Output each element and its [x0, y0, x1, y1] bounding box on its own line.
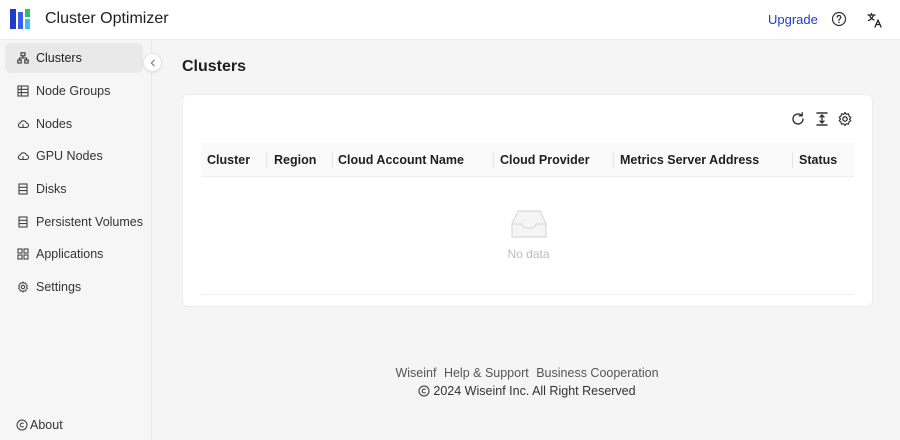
copyright-icon	[418, 385, 430, 397]
grid-icon	[17, 248, 29, 260]
sidebar-item-gpu-nodes[interactable]: GPU Nodes	[5, 141, 143, 171]
upgrade-link[interactable]: Upgrade	[768, 12, 818, 27]
copyright: 2024 Wiseinf Inc. All Right Reserved	[0, 384, 900, 398]
empty-inbox-icon	[511, 210, 547, 238]
column-header-metrics-server-address[interactable]: Metrics Server Address	[620, 143, 759, 177]
copyright-text: 2024 Wiseinf Inc. All Right Reserved	[433, 384, 636, 398]
footer-link-wiseinf[interactable]: Wiseinf	[395, 366, 436, 380]
sidebar-item-label: Persistent Volumes	[36, 215, 143, 229]
cloud-icon	[17, 120, 29, 129]
top-bar: Cluster Optimizer Upgrade	[0, 0, 900, 40]
sidebar-item-label: Clusters	[36, 51, 82, 65]
column-header-cluster[interactable]: Cluster	[207, 143, 250, 177]
sidebar-item-applications[interactable]: Applications	[5, 239, 143, 269]
column-header-status[interactable]: Status	[799, 143, 837, 177]
footer-link-business-cooperation[interactable]: Business Cooperation	[536, 366, 658, 380]
sidebar-item-label: GPU Nodes	[36, 149, 103, 163]
disk-icon	[18, 183, 28, 195]
column-divider	[792, 152, 793, 168]
about-link[interactable]: About	[16, 418, 63, 432]
settings-icon[interactable]	[837, 111, 853, 127]
page-title: Clusters	[182, 58, 247, 75]
sidebar: Clusters Node Groups Nodes GPU Nodes Dis…	[0, 40, 152, 440]
sidebar-item-label: Node Groups	[36, 84, 111, 98]
node-groups-icon	[17, 85, 29, 97]
help-icon[interactable]	[831, 11, 847, 27]
column-divider	[613, 152, 614, 168]
clusters-table-card: Cluster Region Cloud Account Name Cloud …	[182, 94, 873, 307]
column-divider	[332, 152, 333, 168]
app-title: Cluster Optimizer	[45, 10, 169, 27]
sidebar-item-persistent-volumes[interactable]: Persistent Volumes	[5, 207, 143, 237]
sidebar-collapse-button[interactable]	[143, 53, 162, 72]
sidebar-item-settings[interactable]: Settings	[5, 272, 143, 302]
column-header-region[interactable]: Region	[274, 143, 316, 177]
volume-icon	[18, 216, 28, 228]
footer-link-help-support[interactable]: Help & Support	[444, 366, 529, 380]
column-divider	[266, 152, 267, 168]
footer-links: Wiseinf Help & Support Business Cooperat…	[0, 366, 900, 380]
cluster-icon	[17, 52, 29, 64]
sidebar-item-nodes[interactable]: Nodes	[5, 109, 143, 139]
sidebar-item-disks[interactable]: Disks	[5, 174, 143, 204]
table-bottom-border	[201, 294, 854, 295]
cloud-icon	[17, 152, 29, 161]
about-label: About	[30, 418, 63, 432]
gear-icon	[18, 281, 28, 293]
sidebar-item-clusters[interactable]: Clusters	[5, 43, 143, 73]
column-height-icon[interactable]	[814, 111, 830, 127]
empty-state-text: No data	[507, 247, 550, 261]
sidebar-item-label: Disks	[36, 182, 67, 196]
sidebar-item-label: Applications	[36, 247, 104, 261]
chevron-left-icon	[150, 59, 155, 66]
refresh-icon[interactable]	[790, 111, 806, 127]
table-header: Cluster Region Cloud Account Name Cloud …	[201, 143, 854, 177]
column-divider	[493, 152, 494, 168]
copyright-icon	[16, 419, 28, 431]
sidebar-item-label: Settings	[36, 280, 82, 294]
sidebar-item-label: Nodes	[36, 117, 73, 131]
column-header-cloud-account-name[interactable]: Cloud Account Name	[338, 143, 464, 177]
translate-icon[interactable]	[866, 11, 884, 29]
column-header-cloud-provider[interactable]: Cloud Provider	[500, 143, 590, 177]
sidebar-item-node-groups[interactable]: Node Groups	[5, 76, 143, 106]
app-logo-icon	[10, 9, 30, 29]
